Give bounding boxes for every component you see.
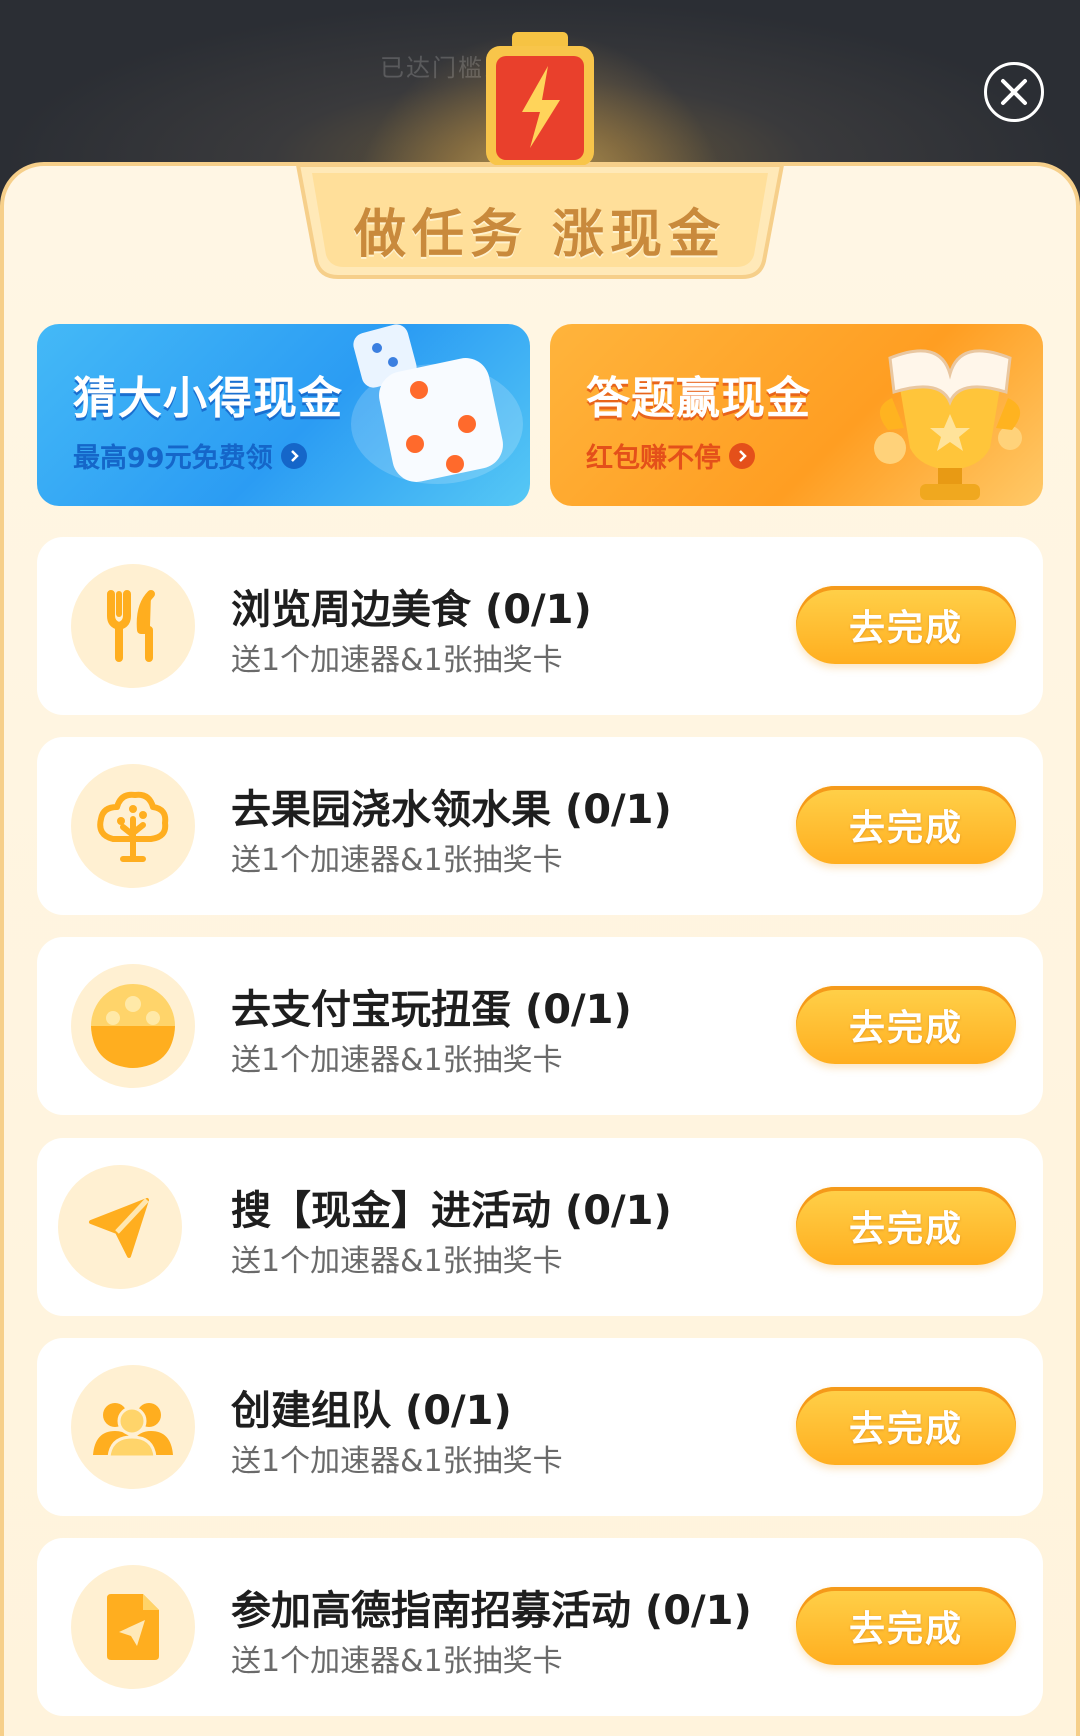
task-reward: 送1个加速器&1张抽奖卡 bbox=[231, 643, 563, 678]
task-icon-badge bbox=[71, 1365, 195, 1489]
complete-button[interactable]: 去完成 bbox=[796, 586, 1016, 664]
team-icon bbox=[93, 1403, 173, 1459]
close-icon bbox=[1001, 79, 1027, 105]
fork-knife-icon bbox=[107, 590, 155, 662]
document-send-icon bbox=[107, 1594, 159, 1660]
task-reward: 送1个加速器&1张抽奖卡 bbox=[231, 1043, 563, 1078]
task-title: 浏览周边美食 (0/1) bbox=[231, 587, 592, 633]
trophy-book-icon bbox=[874, 349, 1022, 500]
task-title: 去果园浇水领水果 (0/1) bbox=[231, 787, 672, 833]
task-title: 搜【现金】进活动 (0/1) bbox=[231, 1188, 672, 1234]
complete-button[interactable]: 去完成 bbox=[796, 1387, 1016, 1465]
close-button[interactable] bbox=[984, 62, 1044, 122]
panel-title: 做任务 涨现金 bbox=[353, 205, 727, 265]
banner-title: 猜大小得现金 bbox=[73, 373, 343, 424]
banner-subtitle: 红包赚不停 bbox=[586, 436, 755, 475]
task-title: 参加高德指南招募活动 (0/1) bbox=[231, 1588, 752, 1634]
battery-icon bbox=[486, 32, 594, 166]
chevron-right-icon bbox=[280, 442, 307, 469]
tree-icon bbox=[97, 791, 169, 862]
dice-icon bbox=[351, 324, 523, 484]
task-reward: 送1个加速器&1张抽奖卡 bbox=[231, 1644, 563, 1679]
paper-plane-icon bbox=[89, 1198, 149, 1258]
task-card: 搜【现金】进活动 (0/1) 送1个加速器&1张抽奖卡 去完成 bbox=[37, 1138, 1043, 1316]
complete-button[interactable]: 去完成 bbox=[796, 1187, 1016, 1265]
task-icon-badge bbox=[71, 764, 195, 888]
task-card: 浏览周边美食 (0/1) 送1个加速器&1张抽奖卡 去完成 bbox=[37, 537, 1043, 715]
task-card: 创建组队 (0/1) 送1个加速器&1张抽奖卡 去完成 bbox=[37, 1338, 1043, 1516]
banner-subtitle-text: 红包赚不停 bbox=[586, 443, 721, 474]
quiz-banner[interactable]: 答题赢现金 红包赚不停 bbox=[550, 324, 1043, 506]
complete-button[interactable]: 去完成 bbox=[796, 1587, 1016, 1665]
task-reward: 送1个加速器&1张抽奖卡 bbox=[231, 1444, 563, 1479]
task-card: 去果园浇水领水果 (0/1) 送1个加速器&1张抽奖卡 去完成 bbox=[37, 737, 1043, 915]
task-reward: 送1个加速器&1张抽奖卡 bbox=[231, 843, 563, 878]
complete-button[interactable]: 去完成 bbox=[796, 786, 1016, 864]
complete-button[interactable]: 去完成 bbox=[796, 986, 1016, 1064]
task-icon-badge bbox=[71, 564, 195, 688]
task-icon-badge bbox=[58, 1165, 182, 1289]
gacha-egg-icon bbox=[91, 984, 175, 1068]
banner-subtitle-text: 最高99元免费领 bbox=[73, 443, 273, 474]
banner-title: 答题赢现金 bbox=[586, 373, 811, 424]
task-icon-badge bbox=[71, 964, 195, 1088]
chevron-right-icon bbox=[729, 442, 755, 469]
task-reward: 送1个加速器&1张抽奖卡 bbox=[231, 1244, 563, 1279]
guess-size-banner[interactable]: 猜大小得现金 最高99元免费领 bbox=[37, 324, 530, 506]
task-card: 去支付宝玩扭蛋 (0/1) 送1个加速器&1张抽奖卡 去完成 bbox=[37, 937, 1043, 1115]
task-card: 参加高德指南招募活动 (0/1) 送1个加速器&1张抽奖卡 去完成 bbox=[37, 1538, 1043, 1716]
task-title: 创建组队 (0/1) bbox=[231, 1388, 512, 1434]
task-title: 去支付宝玩扭蛋 (0/1) bbox=[231, 987, 632, 1033]
banner-subtitle: 最高99元免费领 bbox=[73, 436, 307, 475]
task-icon-badge bbox=[71, 1565, 195, 1689]
